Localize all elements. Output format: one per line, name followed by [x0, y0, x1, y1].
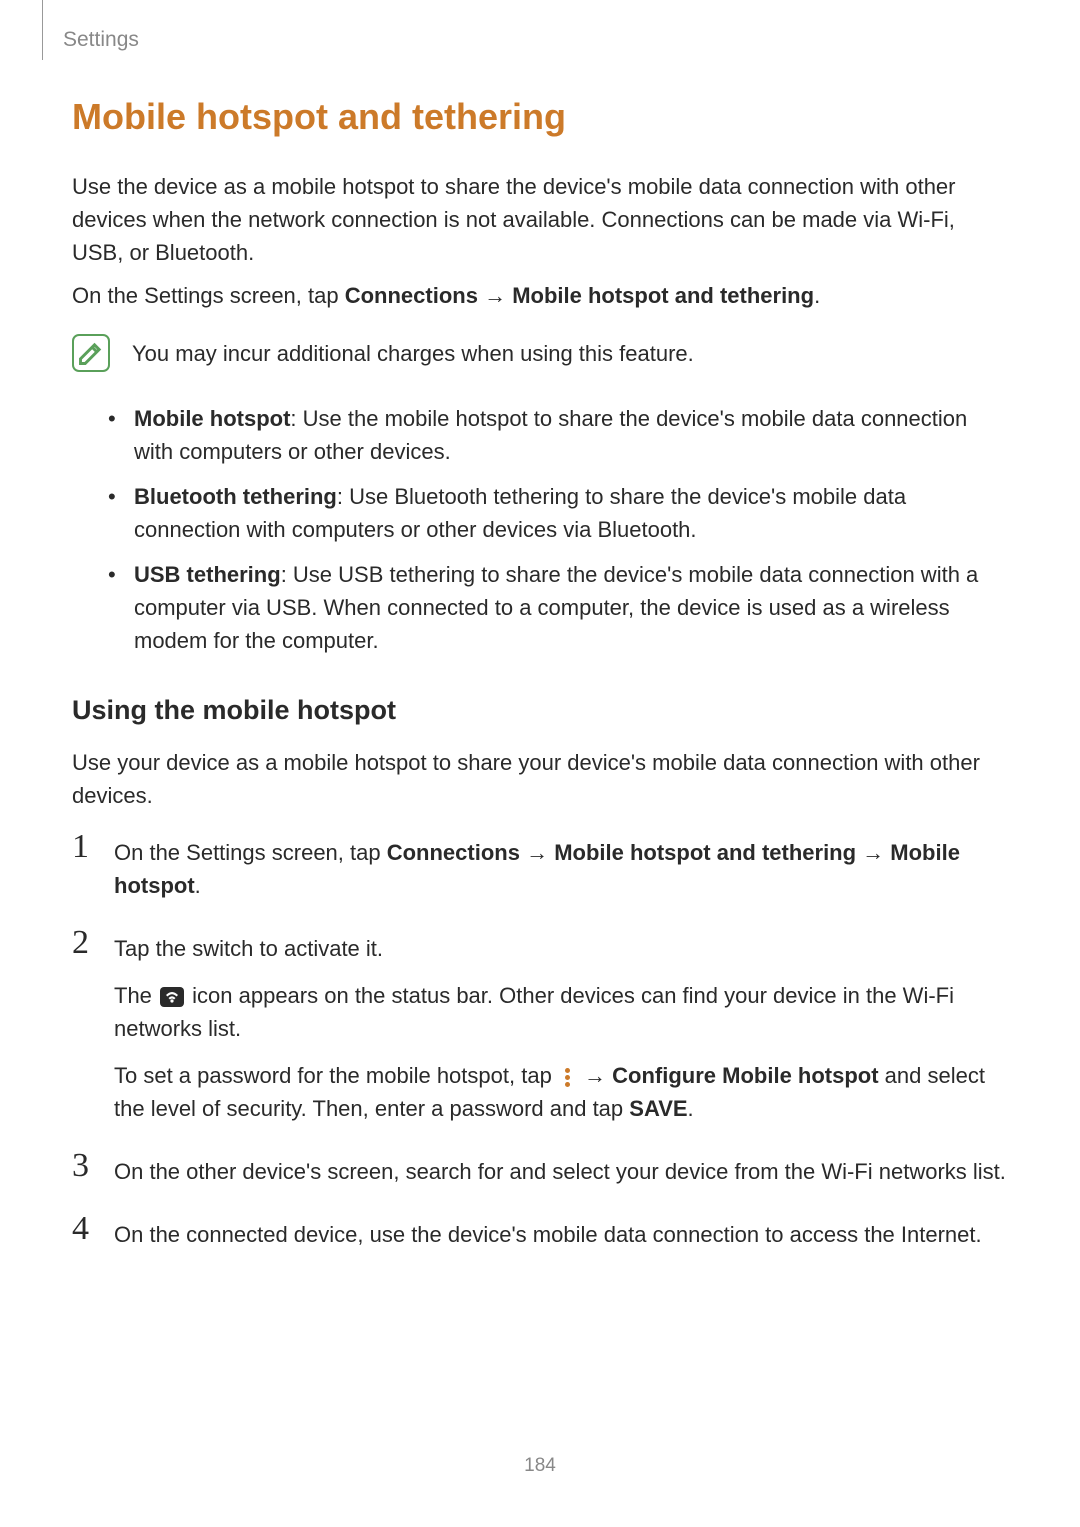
step-text: On the other device's screen, search for… [114, 1155, 1008, 1188]
list-item-label: Mobile hotspot [134, 406, 290, 431]
step1-connections: Connections [387, 840, 520, 865]
steps-list: On the Settings screen, tap Connections … [72, 836, 1008, 1251]
step1-period: . [195, 873, 201, 898]
nav-target: Mobile hotspot and tethering [512, 283, 814, 308]
step2-save: SAVE [629, 1096, 687, 1121]
subsection-intro: Use your device as a mobile hotspot to s… [72, 746, 1008, 812]
section-title: Mobile hotspot and tethering [72, 96, 1008, 138]
step-item: On the connected device, use the device'… [72, 1218, 1008, 1251]
note-text: You may incur additional charges when us… [132, 337, 694, 370]
header-breadcrumb: Settings [42, 0, 139, 60]
hotspot-status-icon [160, 987, 184, 1007]
navigation-instruction: On the Settings screen, tap Connections … [72, 279, 1008, 312]
step2-line3-period: . [688, 1096, 694, 1121]
step-text: The icon appears on the status bar. Othe… [114, 979, 1008, 1045]
page-number: 184 [0, 1455, 1080, 1477]
feature-list: Mobile hotspot: Use the mobile hotspot t… [72, 402, 1008, 657]
step-item: Tap the switch to activate it. The icon … [72, 932, 1008, 1125]
step2-line2-a: The [114, 983, 158, 1008]
nav-arrow: → [578, 1063, 612, 1088]
step2-line3-a: To set a password for the mobile hotspot… [114, 1063, 558, 1088]
step-text: On the Settings screen, tap Connections … [114, 836, 1008, 902]
nav-arrow: → [478, 283, 512, 308]
step2-configure: Configure Mobile hotspot [612, 1063, 878, 1088]
step-item: On the Settings screen, tap Connections … [72, 836, 1008, 902]
intro-paragraph: Use the device as a mobile hotspot to sh… [72, 170, 1008, 269]
step1-mht: Mobile hotspot and tethering [554, 840, 856, 865]
step2-line2-b: icon appears on the status bar. Other de… [114, 983, 954, 1041]
step-text: To set a password for the mobile hotspot… [114, 1059, 1008, 1125]
nav-connections: Connections [345, 283, 478, 308]
nav-arrow: → [856, 840, 890, 865]
list-item-label: Bluetooth tethering [134, 484, 337, 509]
list-item: Mobile hotspot: Use the mobile hotspot t… [108, 402, 1008, 468]
note-pencil-icon [72, 334, 110, 372]
subsection-title: Using the mobile hotspot [72, 695, 1008, 726]
page-content: Mobile hotspot and tethering Use the dev… [0, 0, 1080, 1251]
nav-prefix: On the Settings screen, tap [72, 283, 345, 308]
step-item: On the other device's screen, search for… [72, 1155, 1008, 1188]
nav-arrow: → [520, 840, 554, 865]
step-text: Tap the switch to activate it. [114, 932, 1008, 965]
list-item: Bluetooth tethering: Use Bluetooth tethe… [108, 480, 1008, 546]
step-text: On the connected device, use the device'… [114, 1218, 1008, 1251]
list-item: USB tethering: Use USB tethering to shar… [108, 558, 1008, 657]
list-item-label: USB tethering [134, 562, 281, 587]
more-options-icon [561, 1067, 575, 1087]
step1-prefix: On the Settings screen, tap [114, 840, 387, 865]
note-callout: You may incur additional charges when us… [72, 334, 1008, 372]
